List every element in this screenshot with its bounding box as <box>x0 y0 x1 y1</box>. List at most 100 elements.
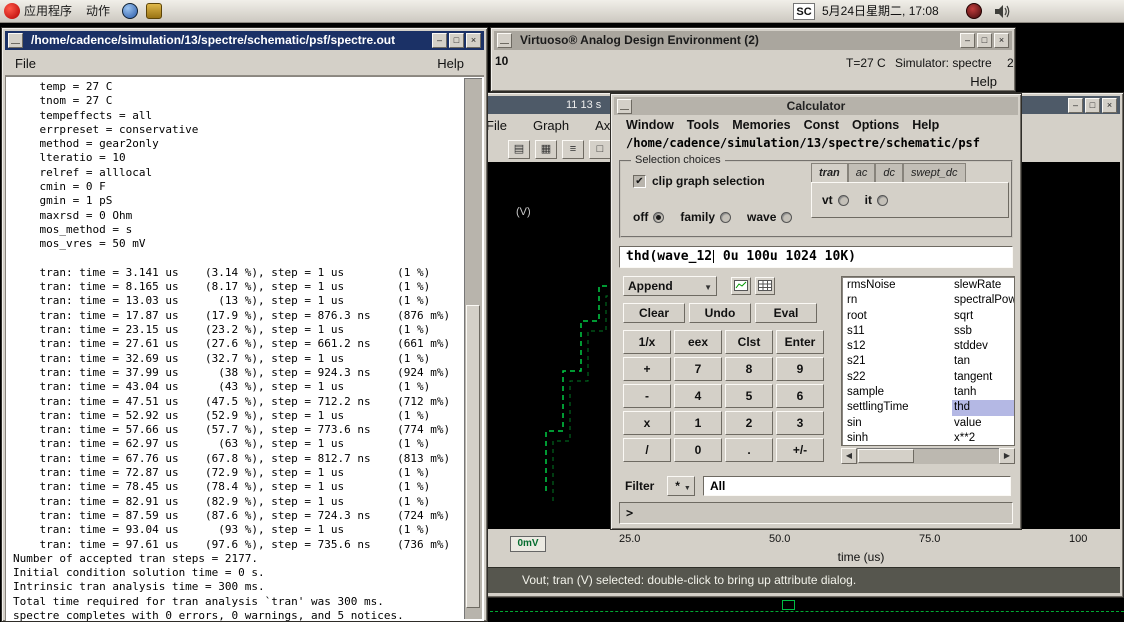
function-item[interactable]: sample <box>845 385 949 400</box>
keypad-key[interactable]: 0 <box>674 438 722 462</box>
keypad-key[interactable]: 3 <box>776 411 824 435</box>
function-item[interactable]: slewRate <box>952 278 1015 293</box>
radio-icon[interactable] <box>720 212 731 223</box>
radio-wave[interactable]: wave <box>747 210 792 224</box>
function-item[interactable]: spectralPower <box>952 293 1015 308</box>
radio-icon[interactable] <box>653 212 664 223</box>
keypad-key[interactable]: 5 <box>725 384 773 408</box>
function-item[interactable]: settlingTime <box>845 400 949 415</box>
action-button[interactable]: Clear <box>623 303 685 323</box>
action-button[interactable]: Undo <box>689 303 751 323</box>
function-item[interactable]: tangent <box>952 370 1015 385</box>
ade-titlebar[interactable]: Virtuoso® Analog Design Environment (2) <box>494 31 1012 50</box>
close-button[interactable] <box>1102 98 1117 113</box>
menu-item[interactable]: Memories <box>732 115 790 136</box>
function-item[interactable]: sinh <box>845 431 949 446</box>
menu-item[interactable]: File <box>486 114 507 137</box>
function-item[interactable]: root <box>845 309 949 324</box>
function-item[interactable]: s11 <box>845 324 949 339</box>
keypad-key[interactable]: 8 <box>725 357 773 381</box>
menu-item[interactable]: Help <box>912 115 939 136</box>
menu-item[interactable]: Const <box>804 115 839 136</box>
radio-icon[interactable] <box>781 212 792 223</box>
clip-graph-selection-option[interactable]: clip graph selection <box>633 174 765 188</box>
clock[interactable]: 5月24日星期二, 17:08 <box>822 0 939 22</box>
plot-icon-button[interactable] <box>731 277 751 295</box>
terminal-titlebar[interactable]: /home/cadence/simulation/13/spectre/sche… <box>5 31 484 50</box>
maximize-button[interactable] <box>1085 98 1100 113</box>
print-icon[interactable] <box>508 140 530 159</box>
keypad-key[interactable]: . <box>725 438 773 462</box>
horizontal-scrollbar[interactable] <box>841 448 1015 464</box>
analysis-tab[interactable]: tran <box>811 163 848 182</box>
keypad-key[interactable]: 6 <box>776 384 824 408</box>
filter-pattern-dropdown[interactable]: * <box>667 476 695 496</box>
maximize-button[interactable] <box>977 33 992 48</box>
file-menu[interactable]: File <box>15 52 36 75</box>
window-icon[interactable] <box>589 140 611 159</box>
actions-menu[interactable]: 动作 <box>86 0 110 22</box>
analysis-tab[interactable]: swept_dc <box>903 163 965 182</box>
keypad-key[interactable]: 7 <box>674 357 722 381</box>
function-item[interactable]: sin <box>845 416 949 431</box>
window-menu-button[interactable] <box>8 33 23 48</box>
close-button[interactable] <box>466 33 481 48</box>
keypad-key[interactable]: 4 <box>674 384 722 408</box>
minimize-button[interactable] <box>1068 98 1083 113</box>
keypad-key[interactable]: + <box>623 357 671 381</box>
analysis-tab[interactable]: ac <box>848 163 876 182</box>
function-item[interactable]: stddev <box>952 339 1015 354</box>
expression-input[interactable]: thd(wave_12 0u 100u 1024 10K) <box>619 246 1013 268</box>
scrollbar-thumb[interactable] <box>858 449 914 463</box>
radio-icon[interactable] <box>838 195 849 206</box>
menu-item[interactable]: Graph <box>533 114 569 137</box>
keypad-key[interactable]: 2 <box>725 411 773 435</box>
console-prompt[interactable]: > <box>619 502 1013 524</box>
radio-vt[interactable]: vt <box>822 193 849 207</box>
keypad-key[interactable]: / <box>623 438 671 462</box>
browser-launcher-icon[interactable] <box>122 3 138 19</box>
function-item[interactable]: ssb <box>952 324 1015 339</box>
radio-icon[interactable] <box>877 195 888 206</box>
distro-menu-icon[interactable] <box>4 3 20 19</box>
function-item[interactable]: rn <box>845 293 949 308</box>
function-item[interactable]: tan <box>952 354 1015 369</box>
function-item[interactable]: thd <box>952 400 1015 415</box>
volume-icon[interactable] <box>994 4 1012 19</box>
function-item[interactable]: s22 <box>845 370 949 385</box>
keypad-key[interactable]: 1 <box>674 411 722 435</box>
list-icon[interactable] <box>562 140 584 159</box>
maximize-button[interactable] <box>449 33 464 48</box>
scroll-right-icon[interactable] <box>999 448 1015 464</box>
help-menu[interactable]: Help <box>437 52 464 75</box>
radio-family[interactable]: family <box>680 210 731 224</box>
function-item[interactable]: s12 <box>845 339 949 354</box>
menu-item[interactable]: Window <box>626 115 674 136</box>
append-dropdown[interactable]: Append <box>623 276 717 296</box>
function-list[interactable]: rmsNoisernroots11s12s21s22samplesettling… <box>841 276 1015 446</box>
function-item[interactable]: tanh <box>952 385 1015 400</box>
keypad-key[interactable]: Clst <box>725 330 773 354</box>
keypad-key[interactable]: 1/x <box>623 330 671 354</box>
scroll-left-icon[interactable] <box>841 448 857 464</box>
keypad-key[interactable]: - <box>623 384 671 408</box>
menu-item[interactable]: Tools <box>687 115 719 136</box>
keypad-key[interactable]: Enter <box>776 330 824 354</box>
keypad-key[interactable]: eex <box>674 330 722 354</box>
launcher-icon[interactable] <box>146 3 162 19</box>
menu-item[interactable]: Options <box>852 115 899 136</box>
keypad-key[interactable]: x <box>623 411 671 435</box>
function-item[interactable]: rmsNoise <box>845 278 949 293</box>
grid-icon[interactable] <box>535 140 557 159</box>
input-method-indicator[interactable]: SC <box>793 3 815 20</box>
table-icon-button[interactable] <box>755 277 775 295</box>
checkbox-icon[interactable] <box>633 175 646 188</box>
function-item[interactable]: value <box>952 416 1015 431</box>
notification-icon[interactable] <box>966 3 982 19</box>
minimize-button[interactable] <box>432 33 447 48</box>
radio-it[interactable]: it <box>865 193 888 207</box>
function-item[interactable]: x**2 <box>952 431 1015 446</box>
window-menu-button[interactable] <box>617 99 632 114</box>
vertical-scrollbar[interactable] <box>464 78 482 619</box>
function-item[interactable]: sqrt <box>952 309 1015 324</box>
